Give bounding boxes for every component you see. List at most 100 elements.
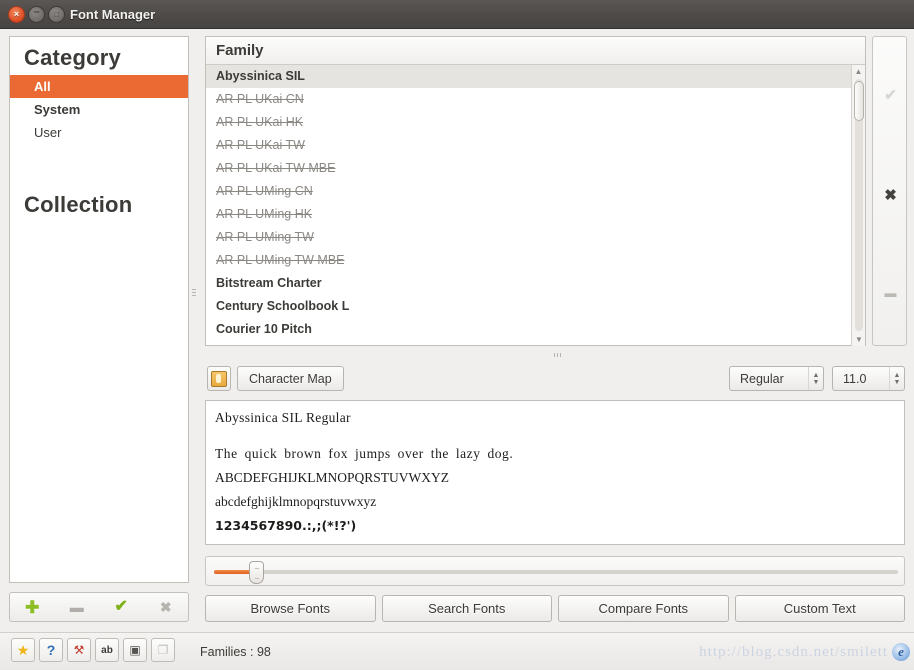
family-column-header[interactable]: Family — [206, 37, 865, 65]
family-name: AR PL UKai CN — [216, 92, 304, 106]
sidebar: Category All System User Collection — [9, 36, 189, 583]
search-fonts-button[interactable]: Search Fonts — [381, 595, 552, 622]
star-icon[interactable]: ★ — [11, 638, 35, 662]
browse-fonts-button[interactable]: Browse Fonts — [205, 595, 376, 622]
star-glyph: ★ — [16, 641, 30, 658]
scrollbar-thumb[interactable] — [854, 81, 864, 121]
chevron-up-icon: ▲ — [812, 371, 820, 379]
spinner-arrows[interactable]: ▲ ▼ — [808, 367, 823, 390]
family-name: Bitstream Charter — [216, 276, 322, 290]
sidebar-item-user[interactable]: User — [10, 121, 188, 144]
family-name: AR PL UMing TW MBE — [216, 253, 345, 267]
table-row[interactable]: Abyssinica SIL — [206, 65, 865, 88]
character-map-button[interactable]: Character Map — [237, 366, 344, 391]
chevron-up-icon: ▲ — [893, 371, 901, 379]
family-name: AR PL UMing CN — [216, 184, 313, 198]
status-icon-group: ★ ? ⚒ ab ▣ ❐ — [11, 638, 175, 662]
family-name: Abyssinica SIL — [216, 69, 305, 83]
minimize-button[interactable]: – — [28, 6, 45, 23]
browser-logo-icon: e — [892, 643, 910, 661]
category-header: Category — [24, 45, 121, 70]
close-icon: × — [13, 9, 20, 19]
character-map-icon-button[interactable] — [207, 366, 231, 391]
font-size-stepper[interactable]: 11.0 ▲ ▼ — [832, 366, 905, 391]
slider-thumb[interactable] — [249, 561, 264, 584]
enable-font-button[interactable]: ✔ — [873, 82, 908, 108]
font-style-select[interactable]: Regular ▲ ▼ — [729, 366, 824, 391]
table-row[interactable]: AR PL UKai HK — [206, 111, 865, 134]
font-style-value: Regular — [740, 371, 784, 386]
minus-icon: ▬ — [884, 286, 897, 300]
pane-splitter[interactable] — [549, 352, 565, 358]
sidebar-item-label: All — [34, 79, 51, 94]
sidebar-item-system[interactable]: System — [10, 98, 188, 121]
preview-pangram: The quick brown fox jumps over the lazy … — [215, 446, 514, 461]
scroll-down-icon[interactable]: ▼ — [852, 333, 866, 346]
font-style-controls: Regular ▲ ▼ 11.0 ▲ ▼ — [729, 366, 905, 391]
tools-icon[interactable]: ⚒ — [67, 638, 91, 662]
disable-font-button[interactable]: ✖ — [873, 182, 908, 208]
remove-collection-button[interactable]: ▬ — [55, 600, 100, 614]
sidebar-item-label: System — [34, 102, 81, 117]
chevron-down-icon: ▼ — [812, 378, 820, 386]
save-glyph: ▣ — [129, 643, 141, 657]
sidebar-item-label: User — [34, 125, 62, 140]
character-map-icon[interactable]: ab — [95, 638, 119, 662]
cross-icon: ✖ — [159, 599, 172, 615]
table-row[interactable]: AR PL UKai TW MBE — [206, 157, 865, 180]
sidebar-splitter[interactable] — [191, 280, 197, 304]
help-icon[interactable]: ? — [39, 638, 63, 662]
save-icon[interactable]: ▣ — [123, 638, 147, 662]
maximize-button[interactable]: □ — [48, 6, 65, 23]
family-name: Courier 10 Pitch — [216, 322, 312, 336]
add-collection-button[interactable]: ✚ — [10, 599, 55, 616]
table-row[interactable]: AR PL UMing TW MBE — [206, 249, 865, 272]
cross-icon: ✖ — [884, 187, 897, 204]
table-row[interactable]: AR PL UMing CN — [206, 180, 865, 203]
minimize-icon: – — [33, 6, 40, 18]
table-row[interactable]: AR PL UMing TW — [206, 226, 865, 249]
sidebar-item-all[interactable]: All — [10, 75, 188, 98]
preview-toolbar: Character Map — [207, 366, 344, 391]
maximize-icon: □ — [54, 9, 59, 19]
chevron-down-icon: ▼ — [893, 378, 901, 386]
plus-icon: ✚ — [25, 597, 40, 617]
preview-uppercase: ABCDEFGHIJKLMNOPQRSTUVWXYZ — [215, 470, 450, 485]
family-name: AR PL UKai HK — [216, 115, 304, 129]
table-row[interactable]: AR PL UMing HK — [206, 203, 865, 226]
slider-track[interactable] — [214, 570, 898, 574]
export-icon[interactable]: ❐ — [151, 638, 175, 662]
preview-numerals: 1234567890.:,;(*!?') — [215, 518, 357, 533]
family-list[interactable]: Abyssinica SIL AR PL UKai CN AR PL UKai … — [206, 65, 865, 345]
collapse-button[interactable]: ▬ — [873, 280, 908, 306]
table-row[interactable]: AR PL UKai CN — [206, 88, 865, 111]
scroll-up-icon[interactable]: ▲ — [852, 65, 865, 78]
table-row[interactable]: Bitstream Charter — [206, 272, 865, 295]
table-row[interactable]: Century Schoolbook L — [206, 295, 865, 318]
watermark-text: http://blog.csdn.net/smilett — [699, 644, 888, 660]
font-size-slider[interactable] — [205, 556, 905, 586]
enable-collection-button[interactable]: ✔ — [99, 599, 144, 615]
titlebar: × – □ Font Manager — [0, 0, 914, 29]
font-manager-window: × – □ Font Manager Category All System U… — [0, 0, 914, 670]
custom-text-button[interactable]: Custom Text — [734, 595, 905, 622]
family-name: Century Schoolbook L — [216, 299, 350, 313]
family-name: AR PL UKai TW — [216, 138, 305, 152]
spinner-arrows[interactable]: ▲ ▼ — [889, 367, 904, 390]
table-row[interactable]: AR PL UKai TW — [206, 134, 865, 157]
family-scrollbar[interactable]: ▲ ▼ — [851, 65, 865, 346]
ab-glyph: ab — [101, 644, 113, 656]
export-glyph: ❐ — [157, 643, 169, 657]
font-preview-area[interactable]: Abyssinica SIL Regular The quick brown f… — [205, 400, 905, 545]
family-panel: Family Abyssinica SIL AR PL UKai CN AR P… — [205, 36, 866, 346]
hand-icon — [211, 370, 227, 387]
families-count: Families : 98 — [200, 645, 271, 659]
font-actions-strip: ✔ ✖ ▬ — [872, 36, 907, 346]
disable-collection-button[interactable]: ✖ — [144, 600, 189, 614]
table-row[interactable]: Courier 10 Pitch — [206, 318, 865, 341]
compare-fonts-button[interactable]: Compare Fonts — [558, 595, 729, 622]
preview-font-title: Abyssinica SIL Regular — [215, 410, 351, 425]
check-icon: ✔ — [114, 598, 128, 615]
close-button[interactable]: × — [8, 6, 25, 23]
